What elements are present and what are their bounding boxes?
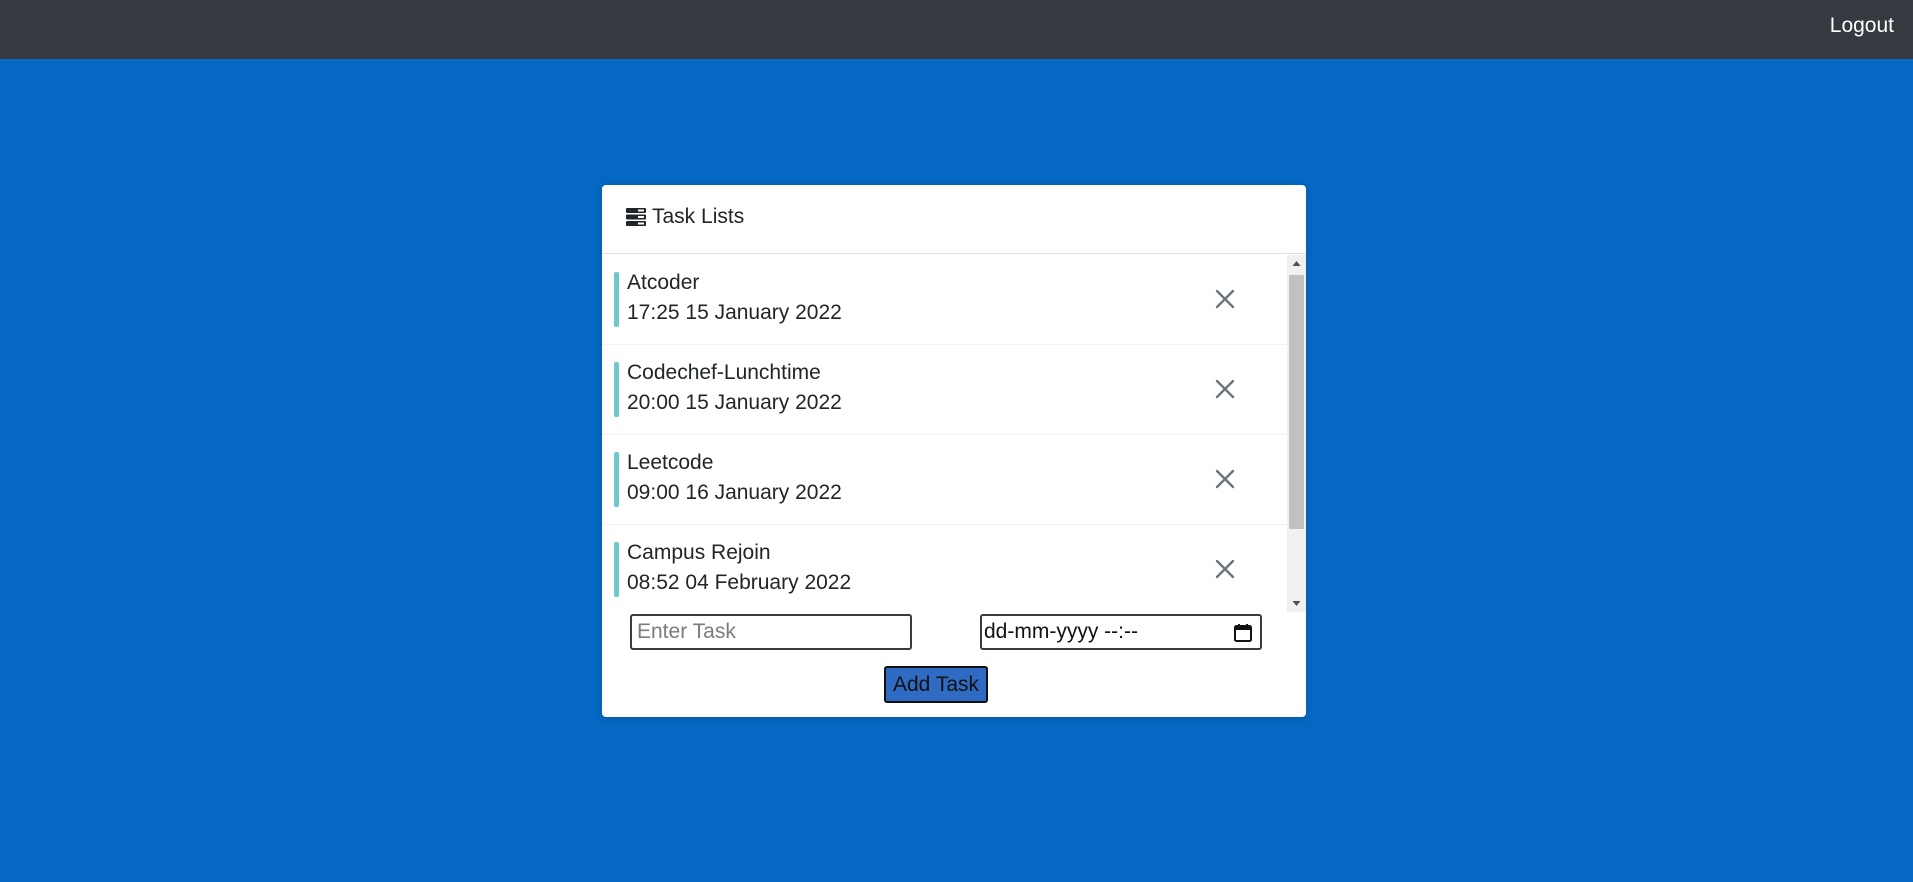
close-icon[interactable] [1212,376,1238,402]
task-time: 17:25 15 January 2022 [627,301,842,324]
task-item: Codechef-Lunchtime 20:00 15 January 2022 [602,345,1287,435]
card-header: Task Lists [602,185,1306,254]
top-navbar: Logout [0,0,1913,59]
task-list-scrollbar[interactable] [1287,255,1306,612]
datetime-input-value: dd-mm-yyyy --:-- [984,620,1138,643]
calendar-icon[interactable] [1232,622,1254,644]
logout-link[interactable]: Logout [1830,14,1894,38]
close-icon[interactable] [1212,286,1238,312]
task-accent-bar [614,452,619,507]
add-task-button[interactable]: Add Task [884,666,988,703]
task-name: Campus Rejoin [627,541,771,564]
task-list-card: Task Lists Atcoder 17:25 15 January 2022… [602,185,1306,717]
scroll-down-arrow-icon[interactable] [1287,594,1306,612]
task-item: Atcoder 17:25 15 January 2022 [602,255,1287,345]
task-name: Leetcode [627,451,714,474]
task-accent-bar [614,362,619,417]
datetime-input[interactable]: dd-mm-yyyy --:-- [980,614,1262,650]
task-time: 08:52 04 February 2022 [627,571,852,594]
close-icon[interactable] [1212,556,1238,582]
close-icon[interactable] [1212,466,1238,492]
task-item: Campus Rejoin 08:52 04 February 2022 [602,525,1287,612]
task-name-input[interactable] [630,614,912,650]
list-icon [626,208,646,226]
task-accent-bar [614,272,619,327]
task-list-viewport: Atcoder 17:25 15 January 2022 Codechef-L… [602,255,1287,612]
task-name: Atcoder [627,271,700,294]
scroll-up-arrow-icon[interactable] [1287,255,1306,273]
task-time: 20:00 15 January 2022 [627,391,842,414]
scrollbar-thumb[interactable] [1289,275,1304,529]
task-list: Atcoder 17:25 15 January 2022 Codechef-L… [602,255,1306,797]
card-title: Task Lists [652,205,745,228]
task-name: Codechef-Lunchtime [627,361,821,384]
task-accent-bar [614,542,619,597]
task-time: 09:00 16 January 2022 [627,481,842,504]
task-item: Leetcode 09:00 16 January 2022 [602,435,1287,525]
